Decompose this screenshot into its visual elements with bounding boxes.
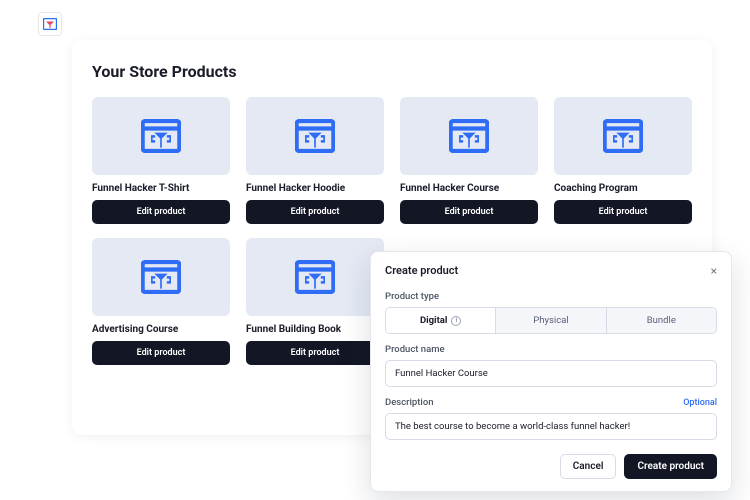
- product-card: Funnel Hacker Course Edit product: [400, 97, 538, 224]
- brand-logo-chip: [38, 12, 62, 36]
- product-title: Funnel Building Book: [246, 324, 384, 335]
- product-type-segmented: Digital i Physical Bundle: [385, 307, 717, 334]
- edit-product-button[interactable]: Edit product: [246, 341, 384, 365]
- product-thumb: [92, 238, 230, 316]
- create-product-modal: Create product × Product type Digital i …: [370, 251, 732, 492]
- product-title: Advertising Course: [92, 324, 230, 335]
- close-icon[interactable]: ×: [711, 265, 717, 277]
- modal-title: Create product: [385, 264, 458, 277]
- product-name-input[interactable]: [385, 360, 717, 387]
- product-card: Funnel Hacker T-Shirt Edit product: [92, 97, 230, 224]
- product-title: Coaching Program: [554, 183, 692, 194]
- product-thumb: [246, 97, 384, 175]
- type-bundle-label: Bundle: [647, 315, 676, 326]
- product-type-label: Product type: [385, 291, 717, 302]
- cancel-button[interactable]: Cancel: [560, 454, 617, 479]
- edit-product-button[interactable]: Edit product: [92, 341, 230, 365]
- product-title: Funnel Hacker Hoodie: [246, 183, 384, 194]
- optional-label: Optional: [683, 398, 717, 408]
- funnel-icon: [295, 260, 335, 294]
- edit-product-button[interactable]: Edit product: [400, 200, 538, 224]
- product-thumb: [246, 238, 384, 316]
- modal-footer: Cancel Create product: [385, 454, 717, 479]
- edit-product-button[interactable]: Edit product: [92, 200, 230, 224]
- type-physical-label: Physical: [533, 315, 568, 326]
- product-card: Advertising Course Edit product: [92, 238, 230, 365]
- product-type-label-text: Product type: [385, 291, 439, 302]
- funnel-icon: [295, 119, 335, 153]
- modal-header: Create product ×: [385, 264, 717, 277]
- description-label: Description: [385, 397, 434, 408]
- info-icon[interactable]: i: [451, 316, 461, 326]
- description-input[interactable]: [385, 413, 717, 440]
- type-option-bundle[interactable]: Bundle: [607, 308, 716, 333]
- edit-product-button[interactable]: Edit product: [554, 200, 692, 224]
- product-thumb: [400, 97, 538, 175]
- type-option-physical[interactable]: Physical: [496, 308, 606, 333]
- funnel-logo-icon: [43, 18, 57, 30]
- description-label-row: Description Optional: [385, 397, 717, 408]
- product-name-label-text: Product name: [385, 344, 445, 355]
- product-title: Funnel Hacker T-Shirt: [92, 183, 230, 194]
- funnel-icon: [449, 119, 489, 153]
- type-option-digital[interactable]: Digital i: [386, 308, 496, 333]
- product-thumb: [554, 97, 692, 175]
- funnel-icon: [603, 119, 643, 153]
- funnel-icon: [141, 119, 181, 153]
- edit-product-button[interactable]: Edit product: [246, 200, 384, 224]
- create-product-button[interactable]: Create product: [624, 454, 717, 479]
- product-card: Funnel Building Book Edit product: [246, 238, 384, 365]
- product-card: Coaching Program Edit product: [554, 97, 692, 224]
- page-title: Your Store Products: [92, 62, 692, 81]
- product-card: Funnel Hacker Hoodie Edit product: [246, 97, 384, 224]
- funnel-icon: [141, 260, 181, 294]
- type-digital-label: Digital: [420, 315, 447, 326]
- product-title: Funnel Hacker Course: [400, 183, 538, 194]
- product-name-label: Product name: [385, 344, 717, 355]
- product-thumb: [92, 97, 230, 175]
